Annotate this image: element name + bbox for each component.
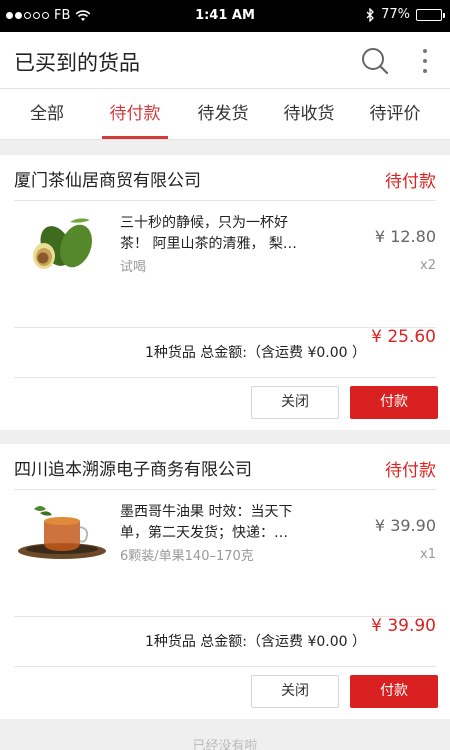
tab-label: 全部 bbox=[30, 104, 64, 124]
tab-pending-receipt[interactable]: 待收货 bbox=[274, 89, 344, 139]
pay-button[interactable]: 付款 bbox=[350, 675, 438, 708]
avocado-image[interactable] bbox=[14, 210, 110, 274]
close-order-button[interactable]: 关闭 bbox=[251, 675, 339, 708]
tab-all[interactable]: 全部 bbox=[12, 89, 82, 139]
battery-percent: 77% bbox=[381, 7, 410, 22]
status-right-group: 77% bbox=[366, 7, 445, 22]
product-spec: 试喝 bbox=[120, 260, 147, 275]
divider bbox=[14, 200, 436, 201]
order-total: ¥ 39.90 bbox=[371, 616, 436, 636]
page-title: 已买到的货品 bbox=[14, 51, 140, 75]
product-name[interactable]: 三十秒的静候，只为一杯好茶！ 阿里山茶的清雅， 梨… bbox=[120, 213, 310, 255]
order-card: 厦门茶仙居商贸有限公司 待付款 三十秒的静候，只为一杯好茶！ 阿里山茶的清雅， … bbox=[0, 155, 450, 430]
quantity: x2 bbox=[420, 258, 436, 273]
tea-cup-image[interactable] bbox=[14, 499, 110, 563]
store-name[interactable]: 四川追本溯源电子商务有限公司 bbox=[14, 455, 252, 480]
product-name[interactable]: 墨西哥牛油果 时效：当天下单，第二天发货；快递：… bbox=[120, 502, 310, 544]
end-of-list-hint: 已经没有啦 bbox=[192, 739, 258, 750]
order-tabs: 全部 待付款 待发货 待收货 待评价 bbox=[0, 88, 450, 140]
active-tab-indicator bbox=[102, 136, 168, 139]
order-summary: 1种货品 总金额:（含运费 ¥0.00 ） bbox=[144, 634, 366, 650]
order-status: 待付款 bbox=[385, 461, 436, 481]
status-bar: FB 1:41 AM 77% bbox=[0, 0, 450, 32]
tab-pending-review[interactable]: 待评价 bbox=[360, 89, 430, 139]
unit-price: ¥ 12.80 bbox=[374, 227, 436, 246]
store-name[interactable]: 厦门茶仙居商贸有限公司 bbox=[14, 166, 201, 191]
order-total: ¥ 25.60 bbox=[371, 327, 436, 347]
divider bbox=[14, 377, 436, 378]
tab-pending-shipment[interactable]: 待发货 bbox=[188, 89, 258, 139]
order-summary: 1种货品 总金额:（含运费 ¥0.00 ） bbox=[144, 345, 366, 361]
product-spec: 6颗装/单果140–170克 bbox=[120, 549, 254, 564]
more-vertical-icon[interactable] bbox=[416, 46, 434, 76]
tab-label: 待发货 bbox=[197, 104, 249, 124]
tab-pending-payment[interactable]: 待付款 bbox=[102, 89, 168, 139]
close-order-button[interactable]: 关闭 bbox=[251, 386, 339, 419]
order-card: 四川追本溯源电子商务有限公司 待付款 墨西哥牛油果 时效：当天下单，第二天发货；… bbox=[0, 444, 450, 719]
battery-icon bbox=[416, 8, 445, 21]
search-icon[interactable] bbox=[360, 46, 390, 76]
order-status: 待付款 bbox=[385, 172, 436, 192]
tab-label: 待评价 bbox=[369, 104, 421, 124]
bluetooth-icon bbox=[366, 7, 375, 22]
divider bbox=[14, 666, 436, 667]
divider bbox=[14, 489, 436, 490]
unit-price: ¥ 39.90 bbox=[374, 516, 436, 535]
tab-label: 待付款 bbox=[109, 104, 161, 124]
tab-label: 待收货 bbox=[283, 104, 335, 124]
app-header: 已买到的货品 bbox=[0, 32, 450, 88]
quantity: x1 bbox=[420, 547, 436, 562]
pay-button[interactable]: 付款 bbox=[350, 386, 438, 419]
